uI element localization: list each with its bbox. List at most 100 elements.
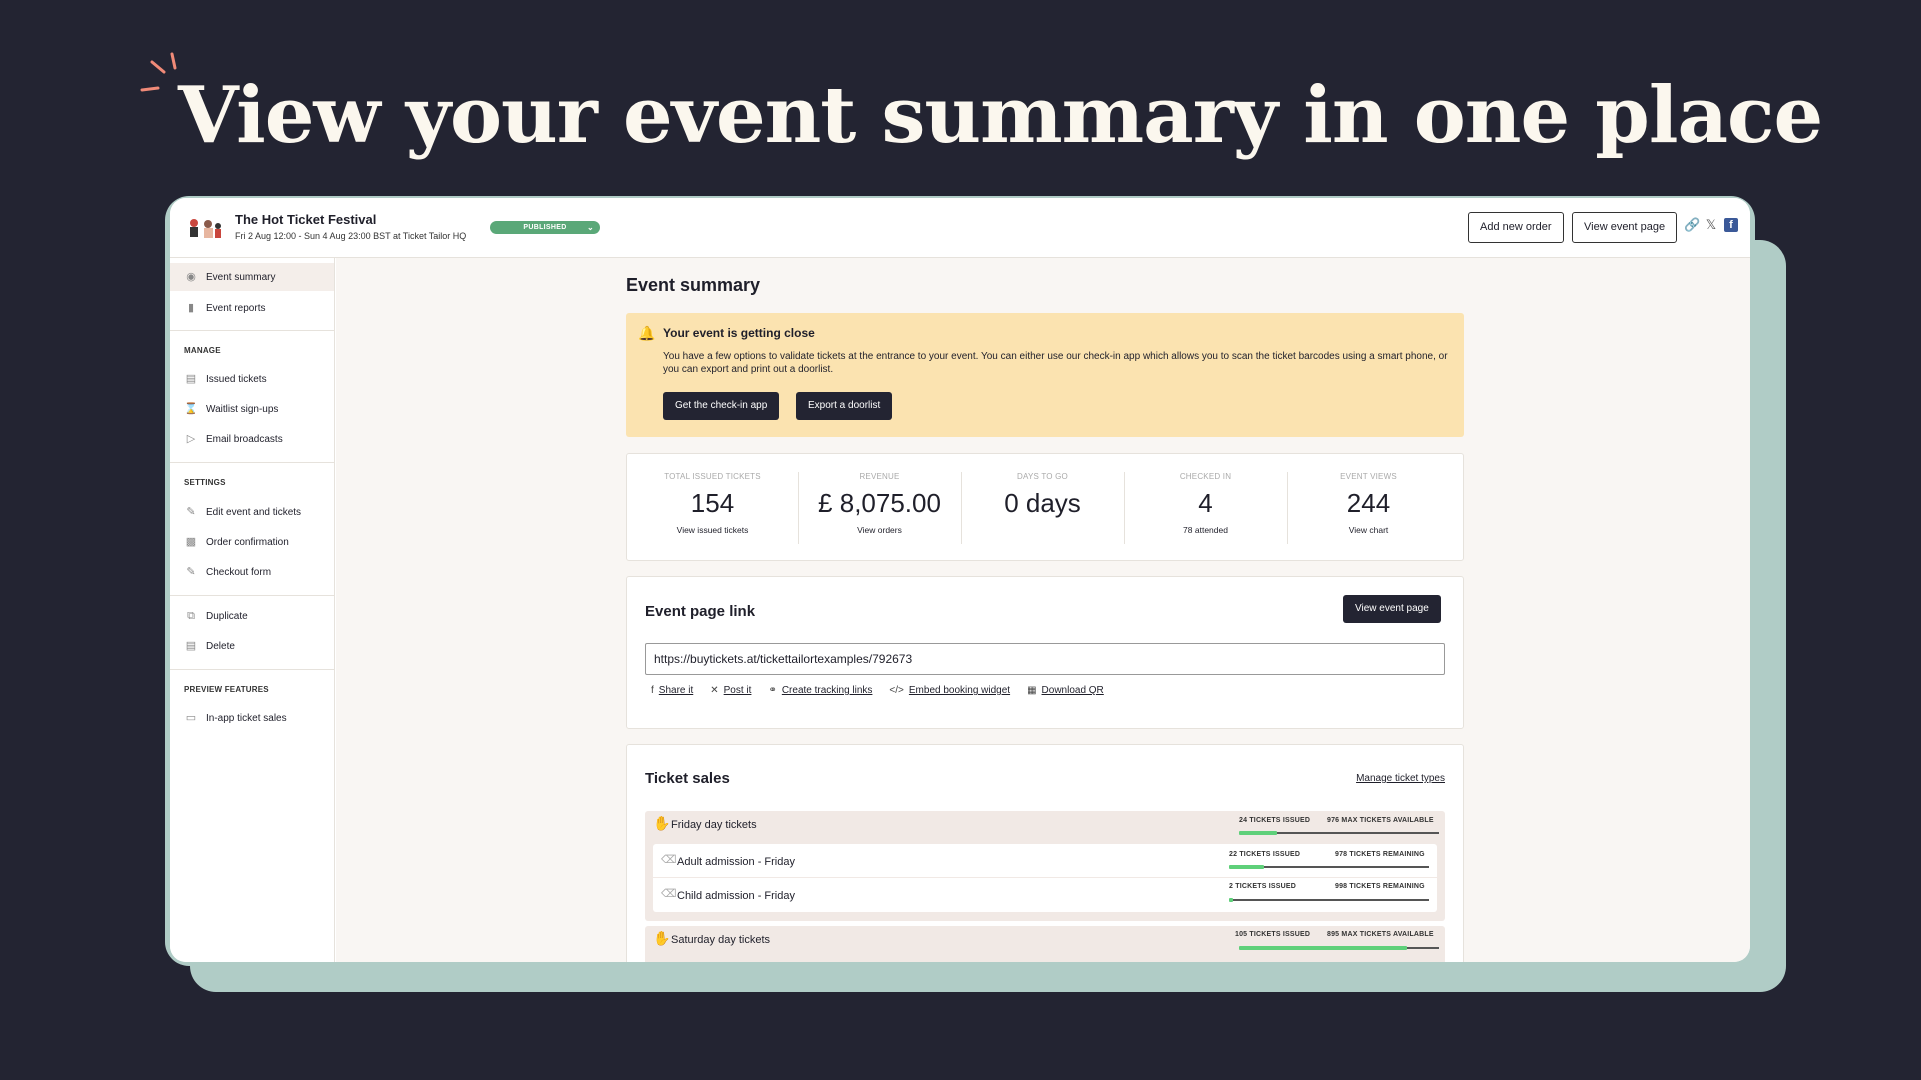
card-icon: ▭ xyxy=(185,712,197,724)
post-it-link[interactable]: ✕ Post it xyxy=(710,685,751,696)
view-issued-tickets-link[interactable]: View issued tickets xyxy=(631,525,794,535)
x-icon: ✕ xyxy=(710,685,719,696)
view-event-page-button[interactable]: View event page xyxy=(1343,595,1441,623)
status-dropdown[interactable]: PUBLISHED ⌄ xyxy=(490,221,600,234)
sidebar-item-order-confirmation[interactable]: ▩ Order confirmation xyxy=(170,528,334,556)
sidebar-item-waitlist[interactable]: ⌛ Waitlist sign-ups xyxy=(170,395,334,423)
event-datetime: Fri 2 Aug 12:00 - Sun 4 Aug 23:00 BST at… xyxy=(235,231,467,241)
create-tracking-links-link[interactable]: ⚭ Create tracking links xyxy=(768,685,872,696)
receipt-icon: ▩ xyxy=(185,536,197,548)
ticket-remaining: 978 TICKETS REMAINING xyxy=(1335,851,1425,858)
alert-title: Your event is getting close xyxy=(663,326,815,340)
view-event-page-button[interactable]: View event page xyxy=(1572,212,1678,243)
stat-days-to-go: DAYS TO GO 0 days xyxy=(961,472,1124,525)
sidebar-item-in-app-sales[interactable]: ▭ In-app ticket sales xyxy=(170,704,334,732)
view-chart-link[interactable]: View chart xyxy=(1287,525,1450,535)
ticket-progress-bar xyxy=(1229,898,1429,902)
manage-ticket-types-link[interactable]: Manage ticket types xyxy=(1356,773,1445,784)
stat-label: DAYS TO GO xyxy=(1017,472,1068,481)
stat-sub: 78 attended xyxy=(1183,525,1228,535)
stat-value: £ 8,075.00 xyxy=(818,488,941,518)
ticket-row-adult-friday[interactable]: ⌫ Adult admission - Friday 22 TICKETS IS… xyxy=(653,844,1437,878)
sidebar-item-label: Event summary xyxy=(206,271,276,283)
code-icon: </> xyxy=(889,685,904,696)
export-doorlist-button[interactable]: Export a doorlist xyxy=(796,392,893,420)
divider xyxy=(170,595,334,596)
share-it-link[interactable]: f Share it xyxy=(651,685,693,696)
stat-event-views: EVENT VIEWS 244 View chart xyxy=(1287,472,1450,535)
group-name: Friday day tickets xyxy=(671,819,757,831)
sidebar-item-edit-event[interactable]: ✎ Edit event and tickets xyxy=(170,498,334,526)
stat-label: REVENUE xyxy=(859,472,900,481)
stat-label: CHECKED IN xyxy=(1179,472,1232,481)
headline: View your event summary in one place xyxy=(178,70,1823,161)
stat-value: 0 days xyxy=(1004,488,1081,518)
ticket-progress-bar xyxy=(1229,865,1429,869)
facebook-icon[interactable]: f xyxy=(1724,218,1738,232)
sidebar-item-event-summary[interactable]: ◉ Event summary xyxy=(170,263,334,291)
hourglass-icon: ⌛ xyxy=(184,403,198,415)
stat-value: 4 xyxy=(1198,488,1213,518)
sidebar-item-label: Issued tickets xyxy=(206,373,267,385)
ticket-icon: ⌫ xyxy=(661,854,677,866)
progress-fill xyxy=(1239,831,1277,835)
sidebar-item-issued-tickets[interactable]: ▤ Issued tickets xyxy=(170,365,334,393)
divider xyxy=(170,330,334,331)
link-icon[interactable]: 🔗 xyxy=(1684,218,1700,232)
ticket-icon: ⌫ xyxy=(661,888,677,900)
stat-revenue: REVENUE £ 8,075.00 View orders xyxy=(798,472,961,535)
sidebar-item-label: In-app ticket sales xyxy=(206,712,287,724)
stat-label: TOTAL ISSUED TICKETS xyxy=(664,472,761,481)
stat-label: EVENT VIEWS xyxy=(1340,472,1397,481)
sidebar-item-label: Order confirmation xyxy=(206,536,289,548)
event-url-field[interactable] xyxy=(645,643,1445,675)
pencil-icon: ✎ xyxy=(186,506,196,518)
link-icon: ⚭ xyxy=(768,685,777,696)
ticket-name: Child admission - Friday xyxy=(677,890,795,902)
sidebar-item-label: Edit event and tickets xyxy=(206,506,302,518)
ticket-group-friday[interactable]: ✋ Friday day tickets 24 TICKETS ISSUED 9… xyxy=(645,811,1445,921)
ticket-row-child-friday[interactable]: ⌫ Child admission - Friday 2 TICKETS ISS… xyxy=(653,878,1437,912)
event-page-link-card: Event page link View event page fShare i… xyxy=(626,576,1464,729)
progress-fill xyxy=(1239,946,1407,950)
ticket-group-saturday[interactable]: ✋ Saturday day tickets 105 TICKETS ISSUE… xyxy=(645,926,1445,962)
progress-fill xyxy=(1229,865,1264,869)
chevron-down-icon: ⌄ xyxy=(586,223,594,232)
get-checkin-app-button[interactable]: Get the check-in app xyxy=(663,392,780,420)
share-icons: 🔗 𝕏 f xyxy=(1684,218,1738,232)
sidebar-item-duplicate[interactable]: ⧉ Duplicate xyxy=(170,602,334,630)
card-title: Ticket sales xyxy=(645,770,730,787)
event-title: The Hot Ticket Festival xyxy=(235,212,377,227)
sidebar-item-label: Email broadcasts xyxy=(206,433,283,445)
view-orders-link[interactable]: View orders xyxy=(798,525,961,535)
sidebar-item-checkout-form[interactable]: ✎ Checkout form xyxy=(170,558,334,586)
trash-icon: ▤ xyxy=(185,640,197,652)
alert-body: You have a few options to validate ticke… xyxy=(663,351,1448,375)
stats-panel: TOTAL ISSUED TICKETS 154 View issued tic… xyxy=(626,453,1464,561)
embed-booking-widget-link[interactable]: </> Embed booking widget xyxy=(889,685,1010,696)
sidebar-item-label: Duplicate xyxy=(206,610,248,622)
x-icon[interactable]: 𝕏 xyxy=(1704,218,1718,232)
group-available: 976 MAX TICKETS AVAILABLE xyxy=(1327,817,1434,824)
app-window: The Hot Ticket Festival Fri 2 Aug 12:00 … xyxy=(170,198,1750,962)
facebook-icon: f xyxy=(651,685,654,696)
stat-checked-in: CHECKED IN 4 78 attended xyxy=(1124,472,1287,535)
link-actions: f Share it ✕ Post it ⚭ Create tracking link… xyxy=(651,685,1104,696)
card-title: Event page link xyxy=(645,603,756,620)
sidebar-item-label: Event reports xyxy=(206,302,266,314)
add-new-order-button[interactable]: Add new order xyxy=(1468,212,1564,243)
event-thumbnail xyxy=(184,214,224,242)
ticket-name: Adult admission - Friday xyxy=(677,856,795,868)
download-qr-link[interactable]: ▦ Download QR xyxy=(1027,685,1104,696)
sidebar-item-email-broadcasts[interactable]: ▷ Email broadcasts xyxy=(170,425,334,453)
sidebar: ◉ Event summary ▮ Event reports MANAGE ▤… xyxy=(170,258,335,962)
progress-fill xyxy=(1229,898,1233,902)
chart-icon: ▮ xyxy=(187,302,195,314)
sidebar-item-event-reports[interactable]: ▮ Event reports xyxy=(170,294,334,322)
sidebar-heading-settings: SETTINGS xyxy=(184,478,226,487)
group-issued: 105 TICKETS ISSUED xyxy=(1235,931,1311,938)
group-progress-bar xyxy=(1239,946,1439,950)
sidebar-item-delete[interactable]: ▤ Delete xyxy=(170,632,334,660)
sidebar-heading-preview: PREVIEW FEATURES xyxy=(184,685,269,694)
main-content: Event summary 🔔 Your event is getting cl… xyxy=(336,258,1750,962)
